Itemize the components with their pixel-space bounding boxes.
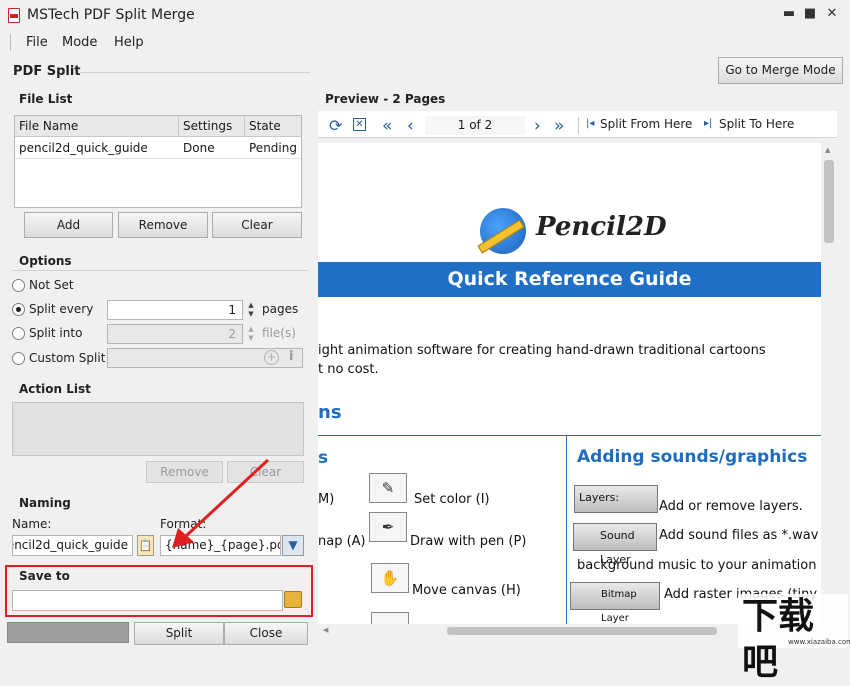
action-list-box[interactable] bbox=[12, 402, 304, 456]
spin-up-icon[interactable]: ▲ bbox=[244, 301, 258, 309]
file-list-title: File List bbox=[19, 92, 73, 106]
first-page-icon[interactable]: « bbox=[382, 116, 392, 136]
scroll-up-icon[interactable]: ▲ bbox=[825, 146, 830, 154]
files-unit-label: file(s) bbox=[262, 326, 296, 340]
guide-banner: Quick Reference Guide bbox=[318, 262, 821, 297]
custom-split-label: Custom Split bbox=[29, 351, 106, 365]
row-settings: Done bbox=[183, 141, 215, 155]
naming-title: Naming bbox=[19, 496, 71, 510]
divider bbox=[318, 435, 821, 436]
logo-text: Pencil2D bbox=[536, 212, 667, 242]
split-to-icon: ▸| bbox=[704, 118, 713, 129]
window-title: MSTech PDF Split Merge bbox=[27, 7, 195, 23]
next-page-icon[interactable]: › bbox=[534, 116, 541, 136]
doc-layer-text: Add or remove layers. bbox=[659, 499, 803, 514]
add-button[interactable]: Add bbox=[24, 212, 113, 238]
split-every-input[interactable]: 1 bbox=[107, 300, 243, 320]
section-heading: ns bbox=[318, 402, 342, 423]
intro-text-2: t no cost. bbox=[318, 362, 379, 377]
menu-separator bbox=[10, 34, 11, 51]
page-indicator[interactable]: 1 of 2 bbox=[425, 116, 525, 135]
split-every-label: Split every bbox=[29, 302, 94, 316]
red-arrow-annotation bbox=[172, 458, 270, 548]
radio-split-into[interactable] bbox=[12, 327, 25, 340]
add-range-icon: + bbox=[264, 350, 279, 365]
row-file-name: pencil2d_quick_guide bbox=[19, 141, 148, 155]
watermark-logo: 下载吧 www.xiazaiba.com bbox=[738, 594, 850, 683]
split-into-label: Split into bbox=[29, 326, 83, 340]
pen-icon: ✒ bbox=[369, 512, 407, 542]
column-header-settings[interactable]: Settings bbox=[179, 116, 245, 137]
app-icon bbox=[8, 8, 20, 23]
vertical-scroll-thumb[interactable] bbox=[824, 160, 834, 243]
spin-down-icon[interactable]: ▼ bbox=[244, 310, 258, 318]
name-label: Name: bbox=[12, 517, 52, 531]
spin-up-icon: ▲ bbox=[248, 325, 254, 333]
remove-file-button[interactable]: Remove bbox=[118, 212, 208, 238]
spin-down-icon: ▼ bbox=[248, 334, 254, 342]
split-into-input[interactable]: 2 bbox=[107, 324, 243, 344]
radio-split-every[interactable] bbox=[12, 303, 25, 316]
go-to-merge-button[interactable]: Go to Merge Mode bbox=[718, 57, 843, 84]
eyedropper-icon: ✎ bbox=[369, 473, 407, 503]
bitmap-layer-image: Bitmap Layer bbox=[570, 582, 660, 624]
doc-row-text: nap (A) bbox=[318, 534, 366, 549]
layers-button-image: Layers: bbox=[574, 485, 658, 513]
divider bbox=[578, 117, 579, 134]
column-header-state[interactable]: State bbox=[245, 116, 301, 137]
hand-icon: ✋ bbox=[371, 563, 409, 593]
maximize-button[interactable]: ■ bbox=[801, 6, 819, 21]
doc-tool-text: Draw with pen (P) bbox=[410, 534, 527, 549]
split-from-icon: |◂ bbox=[586, 118, 595, 129]
file-list-table[interactable]: File Name Settings State pencil2d_quick_… bbox=[14, 115, 302, 208]
menu-mode[interactable]: Mode bbox=[62, 35, 97, 50]
refresh-icon[interactable]: ⟳ bbox=[329, 116, 342, 135]
split-to-here-button[interactable]: Split To Here bbox=[719, 117, 794, 131]
menu-file[interactable]: File bbox=[26, 35, 48, 50]
split-button[interactable]: Split bbox=[134, 622, 224, 645]
right-column-heading: Adding sounds/graphics bbox=[577, 447, 808, 467]
column-header-file-name[interactable]: File Name bbox=[15, 116, 179, 137]
pages-unit-label: pages bbox=[262, 302, 299, 316]
radio-not-set[interactable] bbox=[12, 279, 25, 292]
row-state: Pending bbox=[249, 141, 297, 155]
doc-tool-text: Set color (I) bbox=[414, 492, 490, 507]
minimize-button[interactable]: ▬ bbox=[780, 6, 798, 21]
mode-title: PDF Split bbox=[13, 64, 81, 79]
divider bbox=[80, 72, 310, 73]
name-input[interactable]: pencil2d_quick_guide bbox=[12, 535, 133, 556]
divider bbox=[12, 270, 308, 271]
options-title: Options bbox=[19, 254, 72, 268]
scroll-left-icon[interactable]: ◀ bbox=[323, 626, 328, 634]
menu-help[interactable]: Help bbox=[114, 35, 144, 50]
doc-sound-text-2: background music to your animation (Ct bbox=[577, 558, 821, 573]
intro-text: ight animation software for creating han… bbox=[318, 343, 766, 358]
close-preview-icon[interactable]: ✕ bbox=[353, 118, 366, 131]
clear-files-button[interactable]: Clear bbox=[212, 212, 302, 238]
highlight-box bbox=[5, 565, 313, 617]
divider bbox=[566, 436, 567, 624]
action-list-title: Action List bbox=[19, 382, 91, 396]
info-icon: i bbox=[289, 349, 294, 364]
not-set-label: Not Set bbox=[29, 278, 74, 292]
close-window-button[interactable]: ✕ bbox=[823, 6, 841, 21]
preview-title: Preview - 2 Pages bbox=[325, 92, 446, 106]
split-from-here-button[interactable]: Split From Here bbox=[600, 117, 692, 131]
radio-custom-split[interactable] bbox=[12, 352, 25, 365]
left-column-heading: s bbox=[318, 448, 329, 468]
doc-sound-text: Add sound files as *.wav or bbox=[659, 528, 821, 543]
watermark-url: www.xiazaiba.com bbox=[788, 638, 850, 646]
doc-row-text: M) bbox=[318, 492, 335, 507]
progress-bar bbox=[7, 622, 129, 643]
horizontal-scroll-thumb[interactable] bbox=[447, 627, 717, 635]
prev-page-icon[interactable]: ‹ bbox=[407, 116, 414, 136]
close-button[interactable]: Close bbox=[224, 622, 308, 645]
sound-layer-image: Sound Layer bbox=[573, 523, 657, 566]
doc-tool-text: Move canvas (H) bbox=[412, 583, 521, 598]
last-page-icon[interactable]: » bbox=[554, 116, 564, 136]
